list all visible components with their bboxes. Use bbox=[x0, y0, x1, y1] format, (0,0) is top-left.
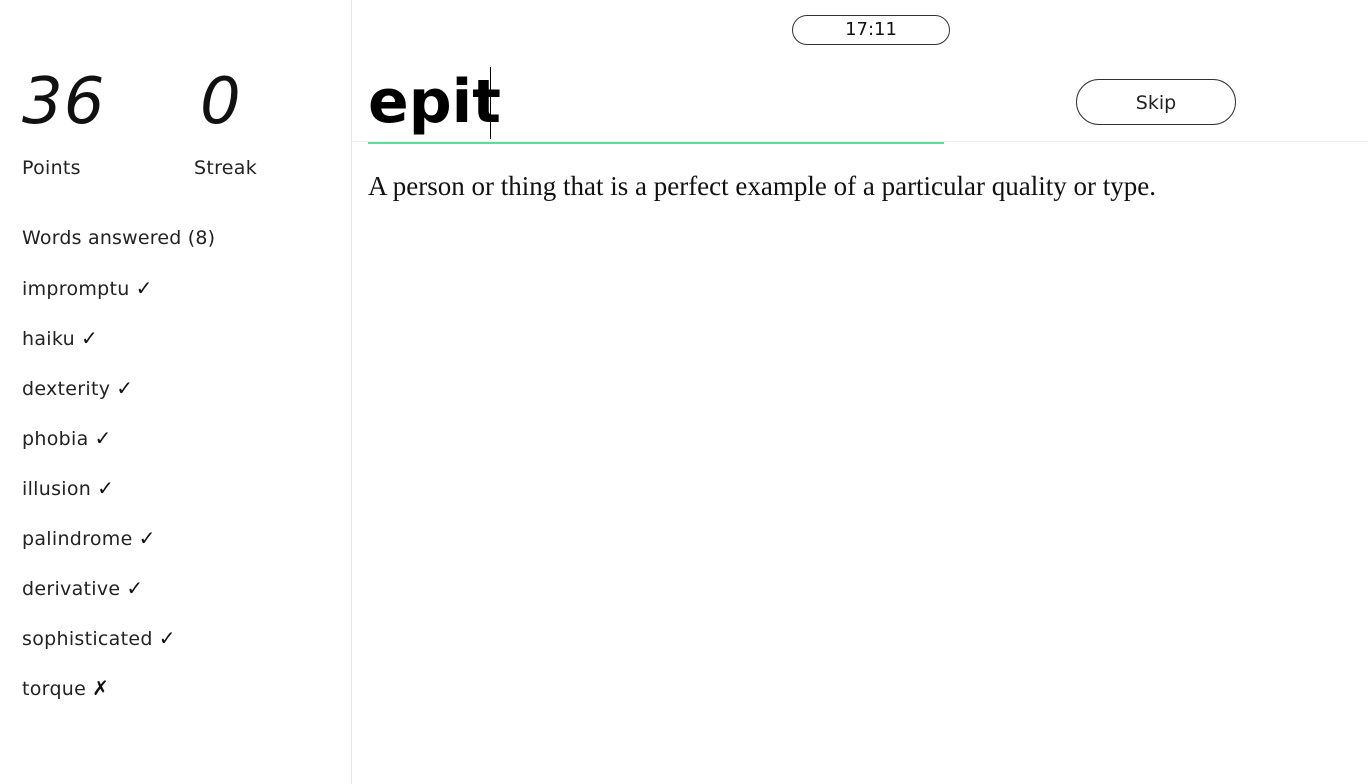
points-value: 36 bbox=[22, 65, 106, 139]
list-item: phobia ✓ bbox=[22, 424, 215, 474]
points-label: Points bbox=[22, 157, 81, 179]
sidebar: 36 Points 0 Streak Words answered (8) im… bbox=[0, 0, 352, 784]
answer-input[interactable] bbox=[368, 66, 944, 138]
answer-field-wrapper bbox=[368, 66, 944, 144]
streak-label: Streak bbox=[194, 157, 258, 179]
result-mark-icon: ✓ bbox=[97, 476, 115, 500]
answered-word-list: impromptu ✓ haiku ✓ dexterity ✓ phobia ✓ ill… bbox=[22, 274, 215, 724]
answered-word: illusion bbox=[22, 478, 92, 500]
list-item: palindrome ✓ bbox=[22, 524, 215, 574]
streak-value: 0 bbox=[200, 65, 242, 139]
result-mark-icon: ✓ bbox=[135, 276, 153, 300]
list-item: sophisticated ✓ bbox=[22, 624, 215, 674]
list-item: derivative ✓ bbox=[22, 574, 215, 624]
result-mark-icon: ✓ bbox=[80, 326, 98, 350]
result-mark-icon: ✓ bbox=[94, 426, 112, 450]
words-answered-heading: Words answered (8) bbox=[22, 227, 216, 249]
list-item: dexterity ✓ bbox=[22, 374, 215, 424]
answered-word: phobia bbox=[22, 428, 89, 450]
list-item: haiku ✓ bbox=[22, 324, 215, 374]
points-stat: 36 Points bbox=[22, 64, 105, 180]
result-mark-icon: ✓ bbox=[158, 626, 176, 650]
word-definition: A person or thing that is a perfect exam… bbox=[368, 171, 1156, 201]
streak-stat: 0 Streak bbox=[194, 64, 257, 180]
answered-word: torque bbox=[22, 678, 87, 700]
answered-word: palindrome bbox=[22, 528, 133, 550]
result-mark-icon: ✓ bbox=[126, 576, 144, 600]
divider bbox=[353, 141, 1368, 142]
result-mark-icon: ✗ bbox=[92, 676, 110, 700]
timer: 17:11 bbox=[792, 15, 950, 45]
answered-word: sophisticated bbox=[22, 628, 153, 650]
answered-word: haiku bbox=[22, 328, 75, 350]
list-item: illusion ✓ bbox=[22, 474, 215, 524]
answered-word: derivative bbox=[22, 578, 121, 600]
words-answered-section: Words answered (8) impromptu ✓ haiku ✓ dex… bbox=[22, 224, 215, 724]
skip-button[interactable]: Skip bbox=[1076, 79, 1236, 125]
result-mark-icon: ✓ bbox=[116, 376, 134, 400]
text-caret bbox=[490, 67, 491, 139]
result-mark-icon: ✓ bbox=[138, 526, 156, 550]
list-item: impromptu ✓ bbox=[22, 274, 215, 324]
list-item: torque ✗ bbox=[22, 674, 215, 724]
app: 36 Points 0 Streak Words answered (8) im… bbox=[0, 0, 1368, 784]
answered-word: dexterity bbox=[22, 378, 111, 400]
answered-word: impromptu bbox=[22, 278, 130, 300]
